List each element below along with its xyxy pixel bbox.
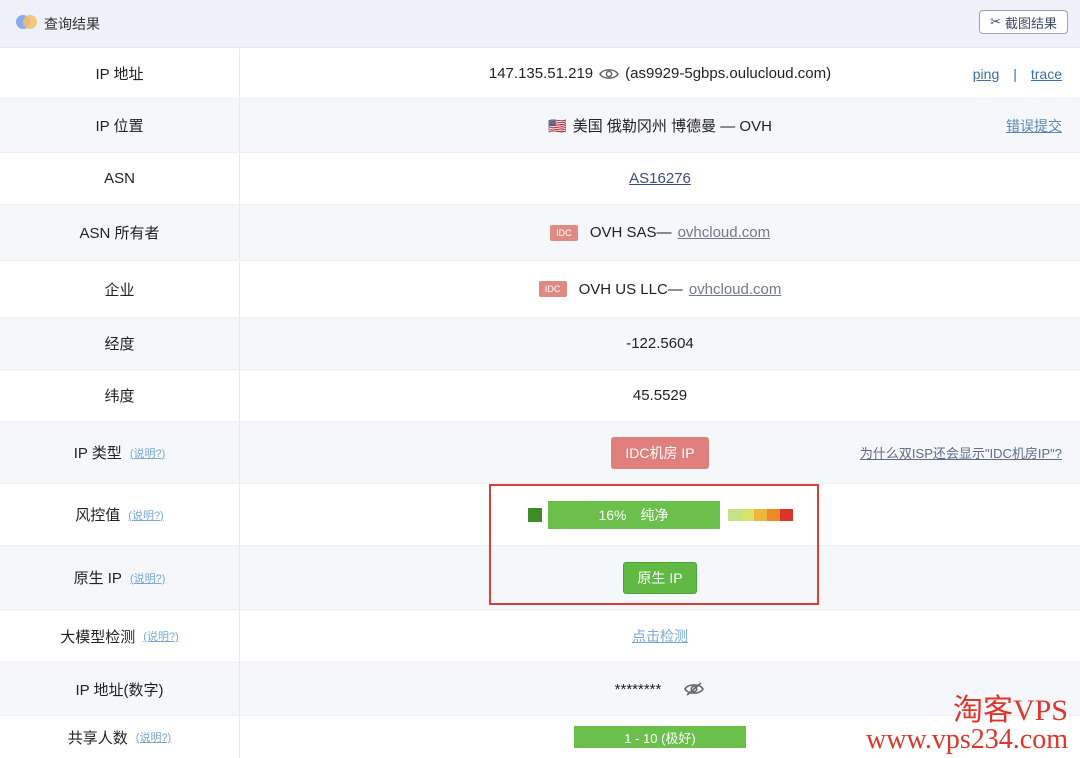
row-asn-owner: ASN 所有者 IDC OVH SAS— ovhcloud.com bbox=[0, 205, 1080, 261]
row-company: 企业 IDC OVH US LLC— ovhcloud.com bbox=[0, 261, 1080, 318]
risk-scale-segment bbox=[753, 508, 767, 521]
asn-label: ASN bbox=[104, 170, 135, 187]
asn-owner-label: ASN 所有者 bbox=[79, 225, 160, 242]
row-latitude: 纬度 45.5529 bbox=[0, 370, 1080, 422]
latitude-value: 45.5529 bbox=[632, 387, 688, 404]
row-longitude: 经度 -122.5604 bbox=[0, 318, 1080, 370]
risk-scale-segment bbox=[766, 508, 780, 521]
ip-hostname: (as9929-5gbps.oulucloud.com) bbox=[625, 65, 832, 82]
watermark-url: www.vps234.com bbox=[866, 724, 1068, 755]
risk-percent: 16% bbox=[598, 506, 627, 523]
screenshot-button-label: 截图结果 bbox=[1004, 15, 1057, 31]
asn-owner-domain-link[interactable]: ovhcloud.com bbox=[678, 224, 771, 241]
risk-help-link[interactable]: (说明?) bbox=[128, 507, 163, 523]
risk-bar: 16% 纯净 bbox=[547, 500, 720, 529]
native-help-link[interactable]: (说明?) bbox=[130, 570, 165, 586]
ip-numeric-label: IP 地址(数字) bbox=[75, 681, 164, 699]
asn-owner-name: OVH SAS— bbox=[589, 224, 672, 241]
company-label: 企业 bbox=[104, 281, 135, 299]
ping-link[interactable]: ping bbox=[973, 66, 999, 82]
latitude-label: 纬度 bbox=[104, 388, 135, 405]
risk-meter: 16% 纯净 bbox=[527, 500, 793, 529]
ip-label: IP 地址 bbox=[95, 66, 144, 83]
row-ip-type: IP 类型 (说明?) IDC机房 IP 为什么双ISP还会显示"IDC机房IP… bbox=[0, 422, 1080, 484]
longitude-value: -122.5604 bbox=[626, 335, 694, 352]
idc-tag: IDC bbox=[538, 281, 567, 297]
scissors-icon: ✂ bbox=[990, 14, 1001, 29]
ip-numeric-value: ******** bbox=[614, 680, 662, 698]
app-logo-icon bbox=[16, 15, 37, 29]
company-domain-link[interactable]: ovhcloud.com bbox=[689, 281, 782, 298]
llm-help-link[interactable]: (说明?) bbox=[143, 628, 178, 644]
sharing-bar: 1 - 10 (极好) bbox=[574, 726, 746, 748]
ip-type-badge: IDC机房 IP bbox=[611, 436, 709, 469]
location-label: IP 位置 bbox=[95, 118, 144, 135]
eye-off-icon[interactable] bbox=[683, 681, 705, 697]
risk-scale-segment bbox=[779, 508, 793, 521]
result-header: 查询结果 ✂ 截图结果 bbox=[0, 0, 1080, 48]
row-ip-address: IP 地址 147.135.51.219 (as9929-5gbps.ouluc… bbox=[0, 49, 1080, 99]
row-ip-location: IP 位置 🇺🇸 美国 俄勒冈州 博德曼 — OVH 错误提交 bbox=[0, 99, 1080, 153]
risk-text: 纯净 bbox=[640, 506, 669, 523]
risk-indicator bbox=[527, 507, 542, 522]
watermark: 淘客VPS www.vps234.com bbox=[866, 696, 1068, 754]
report-error-link[interactable]: 错误提交 bbox=[1006, 116, 1062, 136]
ip-value: 147.135.51.219 bbox=[488, 65, 594, 82]
trace-link[interactable]: trace bbox=[1031, 66, 1062, 82]
click-detect-link[interactable]: 点击检测 bbox=[632, 626, 688, 646]
longitude-label: 经度 bbox=[104, 336, 135, 353]
idc-tag: IDC bbox=[549, 224, 578, 241]
native-label: 原生 IP bbox=[73, 570, 122, 587]
watermark-brand: 淘客VPS bbox=[952, 694, 1068, 727]
native-ip-badge: 原生 IP bbox=[623, 561, 697, 594]
screenshot-button[interactable]: ✂ 截图结果 bbox=[979, 10, 1068, 34]
sharing-help-link[interactable]: (说明?) bbox=[136, 729, 171, 745]
location-value: 美国 俄勒冈州 博德曼 — OVH bbox=[572, 118, 772, 135]
sharing-label: 共享人数 bbox=[67, 729, 128, 747]
eye-icon[interactable] bbox=[599, 67, 620, 81]
asn-link[interactable]: AS16276 bbox=[629, 170, 691, 187]
risk-scale-segment bbox=[740, 508, 754, 521]
ip-type-help-link[interactable]: (说明?) bbox=[130, 445, 165, 461]
row-asn: ASN AS16276 bbox=[0, 153, 1080, 205]
company-name: OVH US LLC— bbox=[578, 280, 683, 298]
row-risk-score: 风控值 (说明?) 16% 纯净 bbox=[0, 484, 1080, 546]
risk-label: 风控值 bbox=[75, 507, 121, 524]
row-llm-detection: 大模型检测 (说明?) 点击检测 bbox=[0, 610, 1080, 663]
llm-label: 大模型检测 bbox=[60, 628, 136, 646]
ip-type-label: IP 类型 bbox=[73, 445, 122, 462]
risk-scale-segment bbox=[727, 508, 741, 521]
risk-scale bbox=[727, 508, 793, 521]
us-flag-icon: 🇺🇸 bbox=[548, 117, 567, 135]
link-separator: | bbox=[1013, 65, 1017, 82]
row-native-ip: 原生 IP (说明?) 原生 IP bbox=[0, 546, 1080, 610]
page-title: 查询结果 bbox=[44, 16, 100, 32]
dual-isp-question-link[interactable]: 为什么双ISP还会显示"IDC机房IP"? bbox=[860, 443, 1062, 462]
